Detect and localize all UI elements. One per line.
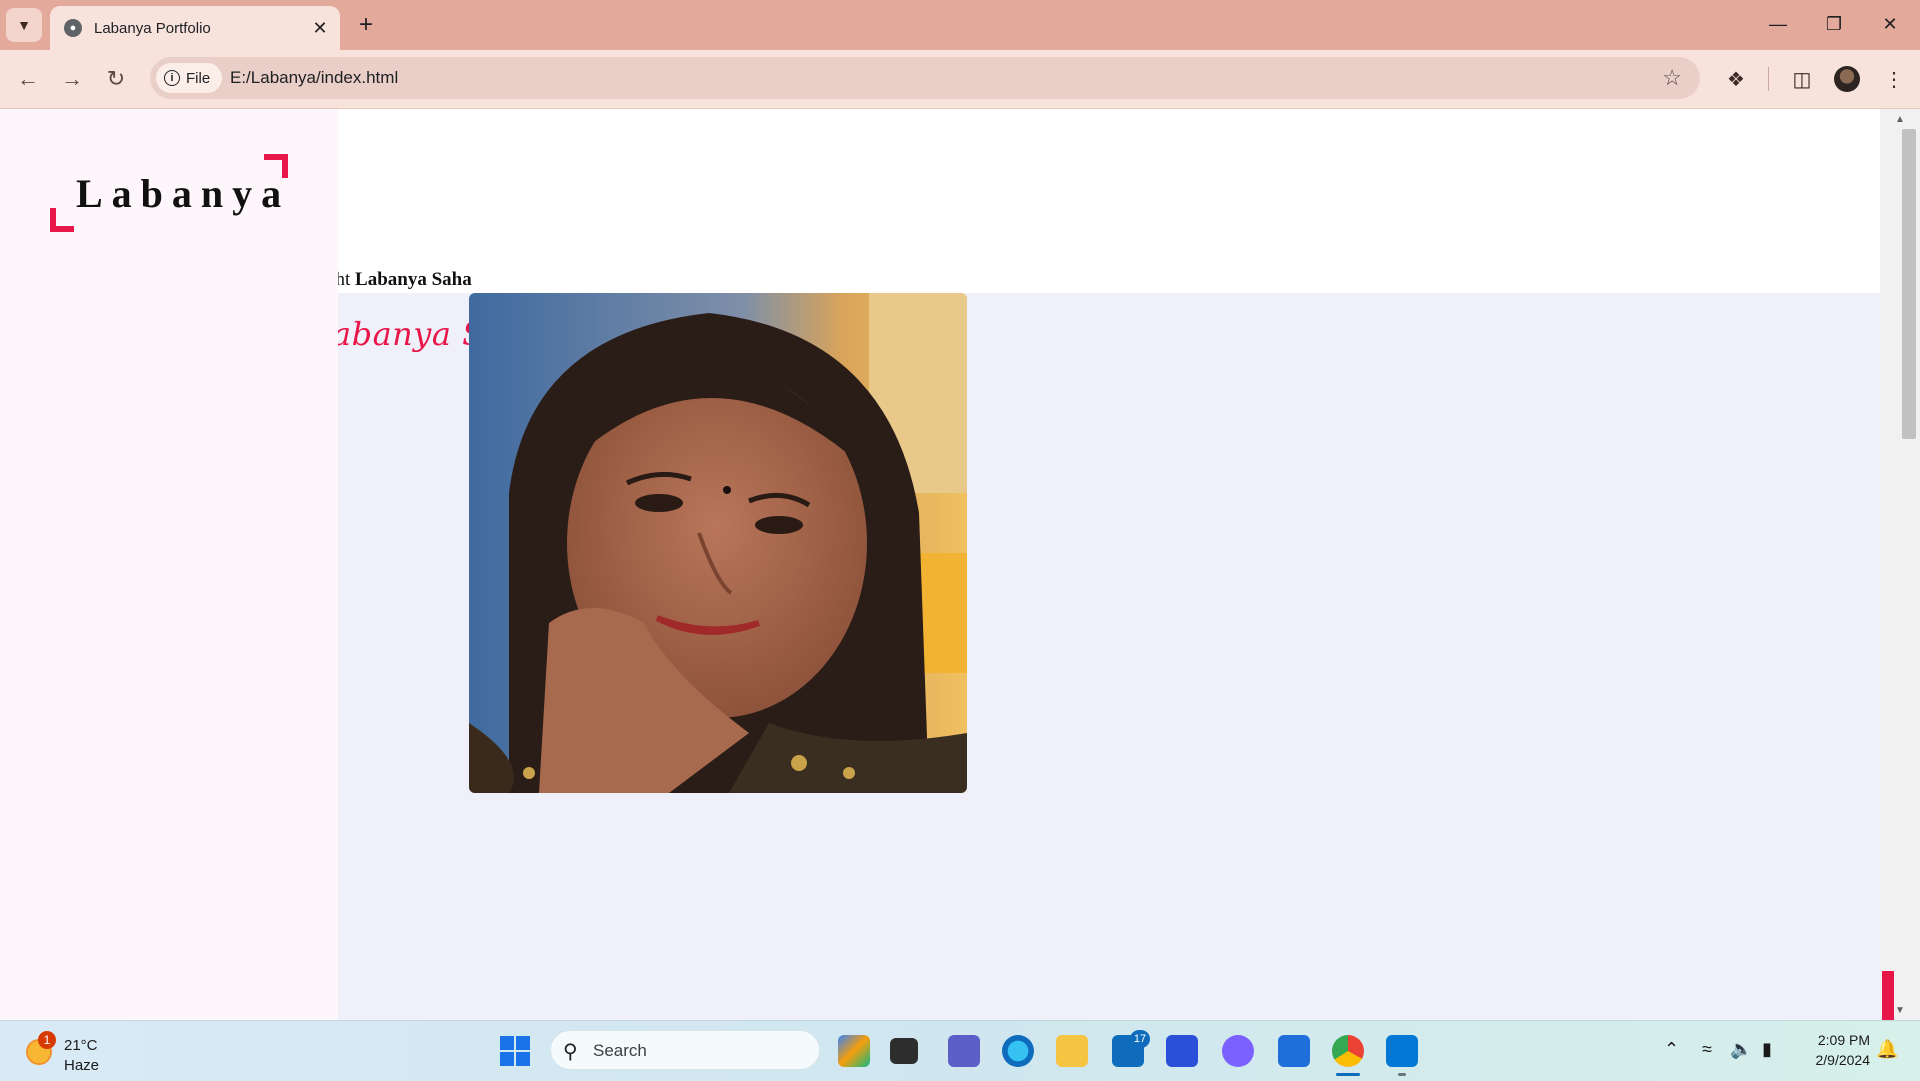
logo-text: Labanya [76, 171, 291, 216]
weather-condition: Haze [64, 1057, 100, 1074]
scrollbar-thumb[interactable] [1902, 129, 1916, 439]
logo-corner-bottom-left [50, 208, 74, 232]
battery-icon[interactable]: ▮ [1762, 1039, 1772, 1060]
new-tab-button[interactable]: + [352, 11, 380, 39]
taskbar-clock[interactable]: 2:09 PM 2/9/2024 [1800, 1030, 1871, 1070]
extensions-icon[interactable]: ❖ [1720, 63, 1752, 95]
volume-icon[interactable]: 🔈 [1730, 1039, 1752, 1060]
taskbar-search-placeholder: Search [593, 1041, 647, 1060]
minimize-icon[interactable]: — [1750, 6, 1806, 42]
info-icon: i [164, 70, 180, 86]
mail-badge: 17 [1130, 1030, 1150, 1048]
chrome-running-indicator [1336, 1073, 1360, 1076]
greeting-name: Labanya Saha [355, 269, 472, 290]
page-viewport: Labanya ght Labanya Saha abanya Saha [0, 109, 1920, 1020]
reload-icon[interactable]: ↻ [98, 61, 134, 97]
search-icon: ⚲ [563, 1041, 578, 1063]
edge-icon[interactable] [1002, 1035, 1034, 1067]
address-bar[interactable]: i File E:/Labanya/index.html ☆ [150, 57, 1700, 99]
browser-toolbar: ← → ↻ i File E:/Labanya/index.html ☆ ❖ ◫… [0, 50, 1920, 109]
site-chip-label: File [186, 69, 211, 87]
main-content: ght Labanya Saha abanya Saha [338, 109, 1880, 1020]
side-panel-icon[interactable]: ◫ [1786, 63, 1818, 95]
temperature: 21°C [64, 1037, 98, 1054]
wifi-icon[interactable]: ≈ [1702, 1039, 1712, 1060]
notification-bell-icon[interactable]: 🔔 [1876, 1039, 1898, 1060]
greeting-prefix: ght [338, 269, 351, 290]
menu-kebab-icon[interactable]: ⋮ [1878, 63, 1910, 95]
clock-time: 2:09 PM [1817, 1032, 1870, 1048]
tab-search-icon[interactable]: ▼ [6, 8, 42, 42]
windows-start-icon[interactable] [500, 1036, 530, 1066]
close-window-icon[interactable]: ✕ [1862, 6, 1918, 42]
clock-date: 2/9/2024 [1815, 1052, 1871, 1068]
close-icon[interactable]: ✕ [308, 16, 332, 40]
notepad-icon[interactable] [1278, 1035, 1310, 1067]
restore-icon[interactable]: ❐ [1806, 6, 1862, 42]
chrome-icon[interactable] [1332, 1035, 1364, 1067]
browser-tab-strip: ▼ ● Labanya Portfolio ✕ + — ❐ ✕ [0, 0, 1920, 50]
windows-taskbar: 1 21°C Haze ⚲ Search 17 ⌃ ≈ 🔈 ▮ 2:09 PM … [0, 1020, 1920, 1081]
taskbar-search[interactable]: ⚲ Search [550, 1030, 820, 1070]
sidebar: Labanya [0, 109, 338, 1020]
scroll-up-arrow-icon[interactable]: ▲ [1880, 109, 1920, 129]
address-text[interactable]: E:/Labanya/index.html [230, 68, 398, 88]
teams-icon[interactable] [948, 1035, 980, 1067]
page-scrollbar[interactable]: ▲ ▼ [1880, 109, 1920, 1020]
tray-overflow-icon[interactable]: ⌃ [1664, 1039, 1679, 1060]
globe-icon: ● [64, 19, 82, 37]
toolbar-separator [1768, 67, 1769, 91]
copilot-icon[interactable] [838, 1035, 870, 1067]
file-explorer-icon[interactable] [1056, 1035, 1088, 1067]
profile-photo [469, 293, 967, 793]
greeting-line: ght Labanya Saha [338, 269, 472, 291]
site-logo[interactable]: Labanya [50, 154, 288, 232]
tab-title: Labanya Portfolio [94, 19, 211, 37]
weather-widget[interactable]: 1 21°C Haze [22, 1031, 142, 1075]
star-icon[interactable]: ☆ [1662, 65, 1682, 91]
app-icon[interactable] [1166, 1035, 1198, 1067]
vscode-running-indicator [1398, 1073, 1406, 1076]
profile-avatar-icon[interactable] [1834, 66, 1860, 92]
app-hex-icon[interactable] [1222, 1035, 1254, 1067]
task-view-icon[interactable] [890, 1038, 918, 1064]
forward-icon[interactable]: → [54, 61, 90, 97]
back-icon[interactable]: ← [10, 61, 46, 97]
site-info-chip[interactable]: i File [156, 63, 223, 93]
weather-badge: 1 [38, 1031, 56, 1049]
browser-tab-active[interactable]: ● Labanya Portfolio ✕ [50, 6, 340, 50]
scroll-progress-accent [1882, 971, 1894, 1020]
vscode-icon[interactable] [1386, 1035, 1418, 1067]
